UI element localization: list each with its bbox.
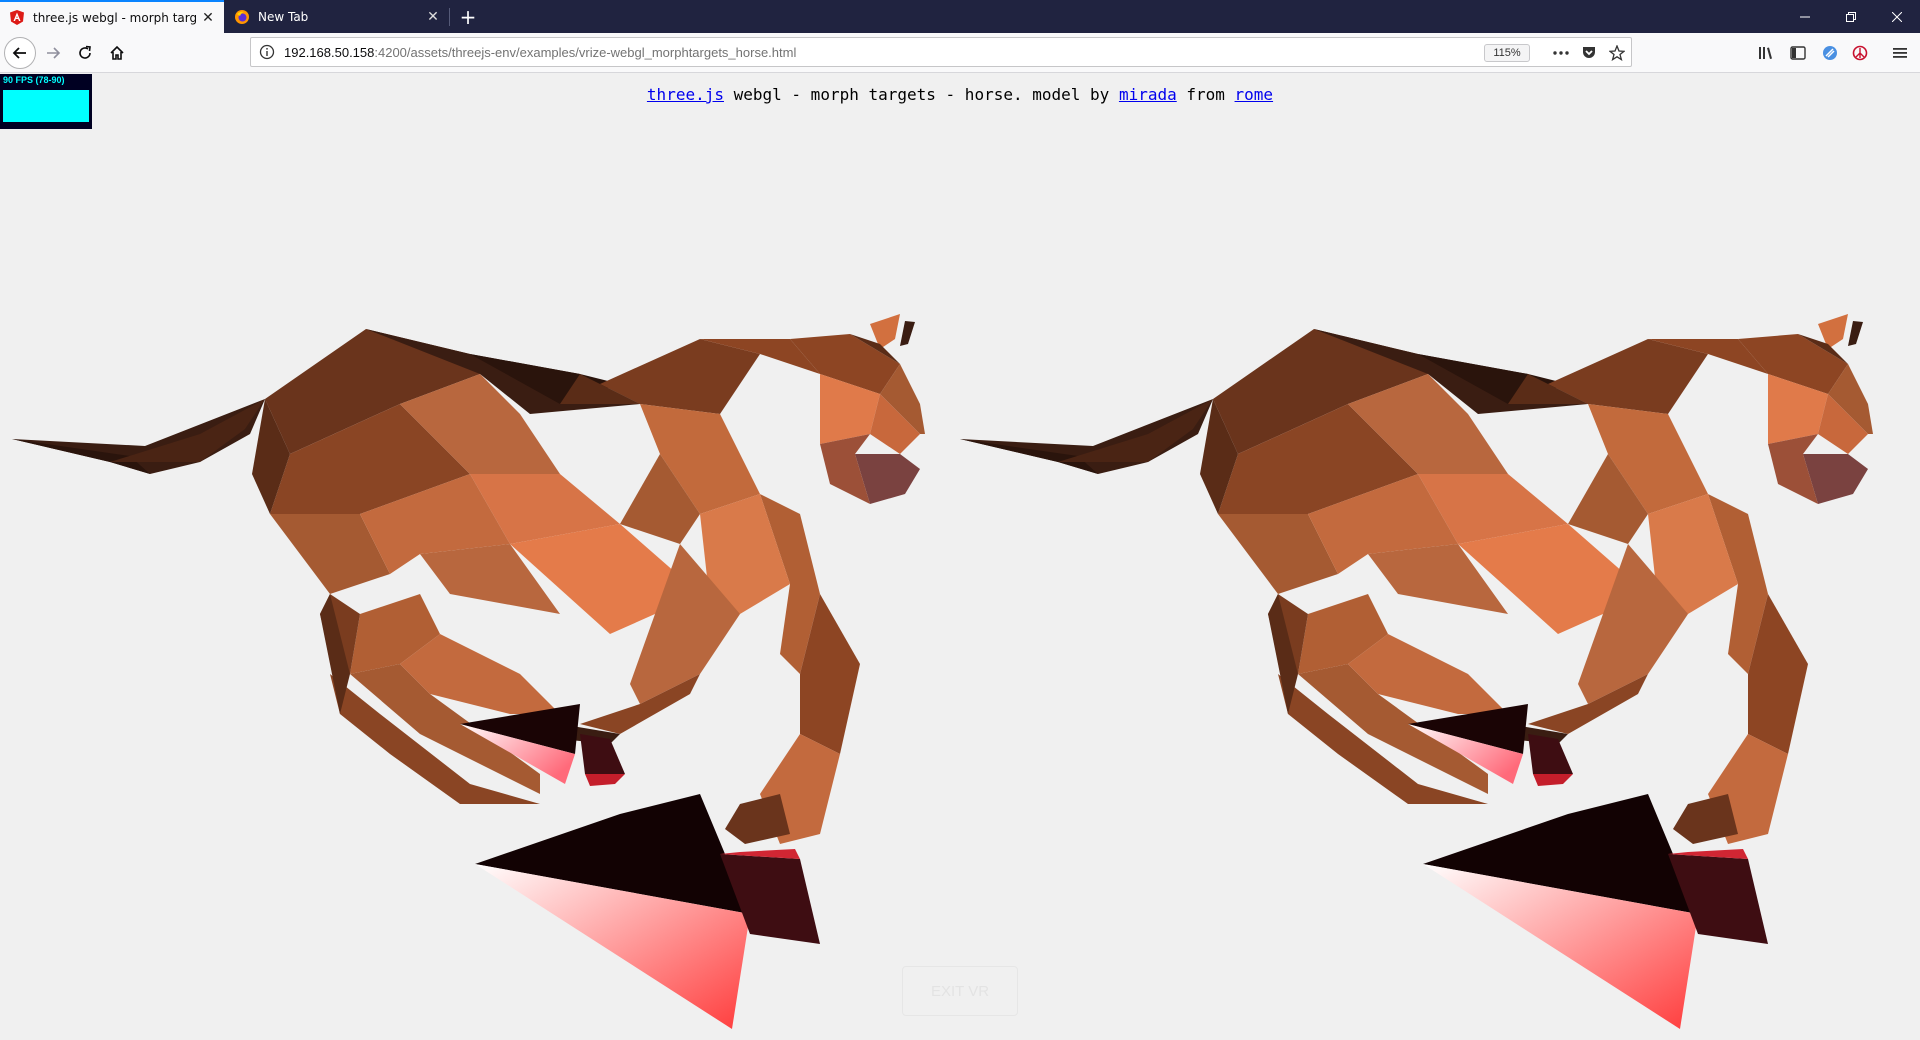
extension-red-icon[interactable] [1846,38,1874,68]
tab-title: New Tab [258,9,309,24]
url-host: 192.168.50.158 [284,45,375,60]
info-icon[interactable] [259,44,275,60]
rome-link[interactable]: rome [1235,85,1274,104]
webgl-page: three.js webgl - morph targets - horse. … [0,74,1920,1040]
exit-vr-button[interactable]: EXIT VR [902,966,1018,1016]
fps-stats-panel[interactable]: 90 FPS (78-90) [0,74,92,129]
extension-blue-icon[interactable] [1816,38,1844,68]
tab-strip: three.js webgl - morph targets ✕ New Tab… [0,0,1920,33]
page-actions-icon[interactable] [1550,42,1572,64]
vr-stereo-canvas[interactable] [0,74,1920,1040]
home-button[interactable] [102,38,132,68]
back-arrow-icon [12,47,26,59]
url-path: :4200/assets/threejs-env/examples/vrize-… [374,45,797,60]
url-text[interactable]: 192.168.50.158:4200/assets/threejs-env/e… [284,45,796,60]
tab-separator [449,8,450,26]
info-text-2: from [1176,85,1235,104]
minimize-icon[interactable] [1782,0,1828,33]
info-text-1: webgl - morph targets - horse. model by [723,85,1119,104]
tab-title: three.js webgl - morph targets [33,10,196,25]
address-bar[interactable]: 192.168.50.158:4200/assets/threejs-env/e… [250,37,1632,67]
close-icon[interactable]: ✕ [196,6,220,30]
pocket-icon[interactable] [1578,42,1600,64]
forward-button[interactable] [38,38,68,68]
info-caption: three.js webgl - morph targets - horse. … [0,85,1920,104]
forward-arrow-icon [47,47,61,59]
close-window-icon[interactable] [1874,0,1920,33]
threejs-link[interactable]: three.js [647,85,724,104]
library-icon[interactable] [1752,38,1780,68]
new-tab-button[interactable]: + [452,0,484,33]
tab-new-tab[interactable]: New Tab ✕ [225,0,449,33]
zoom-indicator[interactable]: 115% [1484,44,1530,62]
back-button[interactable] [4,37,36,69]
reload-button[interactable] [70,38,100,68]
mirada-link[interactable]: mirada [1119,85,1177,104]
sidebar-icon[interactable] [1784,38,1812,68]
left-eye-view [12,314,925,1029]
reload-icon [79,45,91,59]
home-icon [110,45,124,60]
right-eye-view [960,314,1873,1029]
navigation-toolbar: 192.168.50.158:4200/assets/threejs-env/e… [0,33,1920,73]
angular-icon [9,10,25,26]
close-icon[interactable]: ✕ [421,5,445,29]
restore-icon[interactable] [1828,0,1874,33]
firefox-icon [234,9,250,25]
fps-graph [3,90,89,122]
menu-icon[interactable] [1886,38,1914,68]
tab-threejs[interactable]: three.js webgl - morph targets ✕ [0,0,224,33]
fps-readout: 90 FPS (78-90) [3,75,65,85]
bookmark-star-icon[interactable] [1606,42,1628,64]
